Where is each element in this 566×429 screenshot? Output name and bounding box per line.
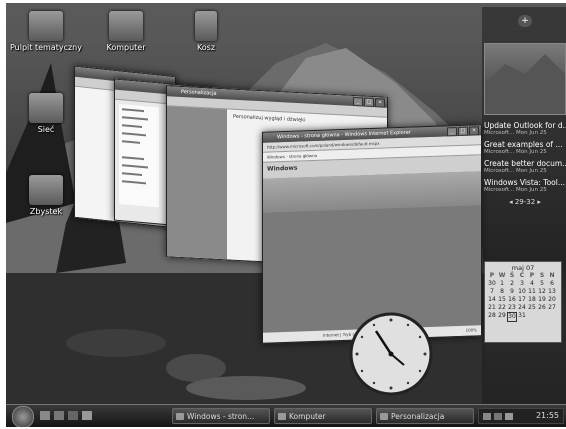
calendar-day[interactable]: 9 bbox=[507, 288, 517, 296]
feed-item[interactable]: Windows Vista: Tool... Microsoft... Mon … bbox=[484, 178, 566, 194]
calendar-day[interactable]: 5 bbox=[537, 280, 547, 288]
calendar-day[interactable]: 25 bbox=[527, 304, 537, 312]
desktop-icon-user-folder[interactable]: Pulpit tematyczny bbox=[6, 11, 86, 52]
feed-navigation: ◂ 29-32 ▸ bbox=[509, 198, 541, 206]
calendar-day[interactable]: 26 bbox=[537, 304, 547, 312]
calendar-days: 30 1 2 3 4 5 6 7 8 9 10 11 12 13 14 15 16 17 18 19 20 21 22 23 2… bbox=[487, 280, 559, 322]
calendar-day[interactable]: 14 bbox=[487, 296, 497, 304]
feed-item[interactable]: Update Outlook for d... Microsoft... Mon… bbox=[484, 121, 566, 137]
calendar-week: 30 1 2 3 4 5 6 bbox=[487, 280, 559, 288]
calendar-day bbox=[537, 312, 547, 322]
language-icon[interactable] bbox=[483, 413, 491, 420]
calendar-day[interactable]: 16 bbox=[507, 296, 517, 304]
calendar-month: maj 07 bbox=[511, 264, 535, 272]
taskbar-button-personalization[interactable]: Personalizacja bbox=[376, 408, 474, 424]
calendar-day[interactable]: 1 bbox=[497, 280, 507, 288]
close-button[interactable]: × bbox=[469, 126, 479, 136]
calendar-day[interactable]: 30 bbox=[507, 312, 517, 322]
calendar-day[interactable]: 28 bbox=[487, 312, 497, 322]
minimize-button[interactable]: _ bbox=[447, 127, 457, 137]
calendar-day[interactable]: 19 bbox=[537, 296, 547, 304]
calendar-day[interactable]: 22 bbox=[497, 304, 507, 312]
calendar-week: 28 29 30 31 bbox=[487, 312, 559, 322]
close-button[interactable]: × bbox=[375, 98, 385, 108]
calendar-day[interactable]: 20 bbox=[547, 296, 557, 304]
clock-gadget[interactable] bbox=[346, 311, 436, 397]
calendar-day[interactable]: 6 bbox=[547, 280, 557, 288]
tab-windows[interactable]: Windows - strona główna bbox=[267, 153, 317, 160]
folder-tree bbox=[119, 103, 159, 208]
calendar-day[interactable]: 11 bbox=[527, 288, 537, 296]
minimize-button[interactable]: _ bbox=[353, 96, 363, 107]
task-pane bbox=[167, 106, 227, 260]
calendar-day[interactable]: 30 bbox=[487, 280, 497, 288]
switch-windows-icon[interactable] bbox=[54, 411, 64, 420]
calendar-day[interactable]: 2 bbox=[507, 280, 517, 288]
computer-icon bbox=[278, 413, 286, 420]
calendar-day bbox=[527, 312, 537, 322]
taskbar-button-ie[interactable]: Windows - stron... bbox=[172, 408, 270, 424]
calendar-week: 14 15 16 17 18 19 20 bbox=[487, 296, 559, 304]
calendar-day[interactable]: 31 bbox=[517, 312, 527, 322]
calendar-day[interactable]: 13 bbox=[547, 288, 557, 296]
start-button[interactable] bbox=[12, 406, 34, 427]
calendar-day[interactable]: 15 bbox=[497, 296, 507, 304]
desktop-icon-computer[interactable]: Komputer bbox=[86, 11, 166, 52]
clock[interactable]: 21:55 bbox=[536, 409, 559, 423]
show-desktop-icon[interactable] bbox=[40, 411, 50, 420]
calendar-gadget[interactable]: maj 07 PWŚCPSN 30 1 2 3 4 5 6 7 8 9 10 11 12 13 14 15 16… bbox=[484, 261, 562, 343]
notification-area: 21:55 bbox=[478, 408, 564, 424]
calendar-day[interactable]: 17 bbox=[517, 296, 527, 304]
maximize-button[interactable]: □ bbox=[364, 97, 374, 108]
feed-next-button[interactable]: ▸ bbox=[537, 198, 541, 206]
internet-explorer-icon[interactable] bbox=[68, 411, 78, 420]
document-icon bbox=[29, 175, 63, 205]
calendar-day[interactable]: 4 bbox=[527, 280, 537, 288]
calendar-week: 7 8 9 10 11 12 13 bbox=[487, 288, 559, 296]
network-icon bbox=[29, 93, 63, 123]
slideshow-gadget[interactable] bbox=[484, 43, 566, 115]
calendar-day[interactable]: 21 bbox=[487, 304, 497, 312]
volume-icon[interactable] bbox=[505, 413, 513, 420]
add-gadget-button[interactable]: + bbox=[518, 15, 532, 27]
quick-launch-icon[interactable] bbox=[82, 411, 92, 420]
calendar-day[interactable]: 27 bbox=[547, 304, 557, 312]
calendar-day[interactable]: 29 bbox=[497, 312, 507, 322]
calendar-day[interactable]: 10 bbox=[517, 288, 527, 296]
feed-gadget: Update Outlook for d... Microsoft... Mon… bbox=[484, 121, 566, 206]
calendar-day[interactable]: 7 bbox=[487, 288, 497, 296]
desktop-icon-recycle-bin[interactable]: Kosz bbox=[166, 11, 246, 52]
computer-icon bbox=[109, 11, 143, 41]
calendar-day[interactable]: 3 bbox=[517, 280, 527, 288]
calendar-day[interactable]: 18 bbox=[527, 296, 537, 304]
feed-item[interactable]: Great examples of ... Microsoft... Mon J… bbox=[484, 140, 566, 156]
calendar-day[interactable]: 12 bbox=[537, 288, 547, 296]
control-panel-icon bbox=[380, 413, 388, 420]
calendar-day[interactable]: 23 bbox=[507, 304, 517, 312]
ie-icon bbox=[176, 413, 184, 420]
taskbar: Windows - stron... Komputer Personalizac… bbox=[6, 404, 566, 427]
slideshow-image bbox=[485, 54, 565, 114]
feed-item[interactable]: Create better docum... Microsoft... Mon … bbox=[484, 159, 566, 175]
folder-tree-lines bbox=[122, 108, 148, 185]
calendar-week: 21 22 23 24 25 26 27 bbox=[487, 304, 559, 312]
page-banner bbox=[263, 171, 481, 213]
calendar-day[interactable]: 8 bbox=[497, 288, 507, 296]
recycle-bin-icon bbox=[195, 11, 217, 41]
calendar-weekdays: PWŚCPSN bbox=[489, 272, 555, 279]
nav-pane bbox=[75, 86, 115, 221]
folder-icon bbox=[29, 11, 63, 41]
calendar-day bbox=[547, 312, 557, 322]
network-tray-icon[interactable] bbox=[494, 413, 502, 420]
maximize-button[interactable]: □ bbox=[458, 126, 468, 136]
desktop[interactable]: Pulpit tematyczny Komputer Kosz Sieć Zby… bbox=[6, 3, 566, 427]
calendar-day[interactable]: 24 bbox=[517, 304, 527, 312]
taskbar-button-computer[interactable]: Komputer bbox=[274, 408, 372, 424]
windows-logo-text: Windows bbox=[267, 164, 298, 173]
